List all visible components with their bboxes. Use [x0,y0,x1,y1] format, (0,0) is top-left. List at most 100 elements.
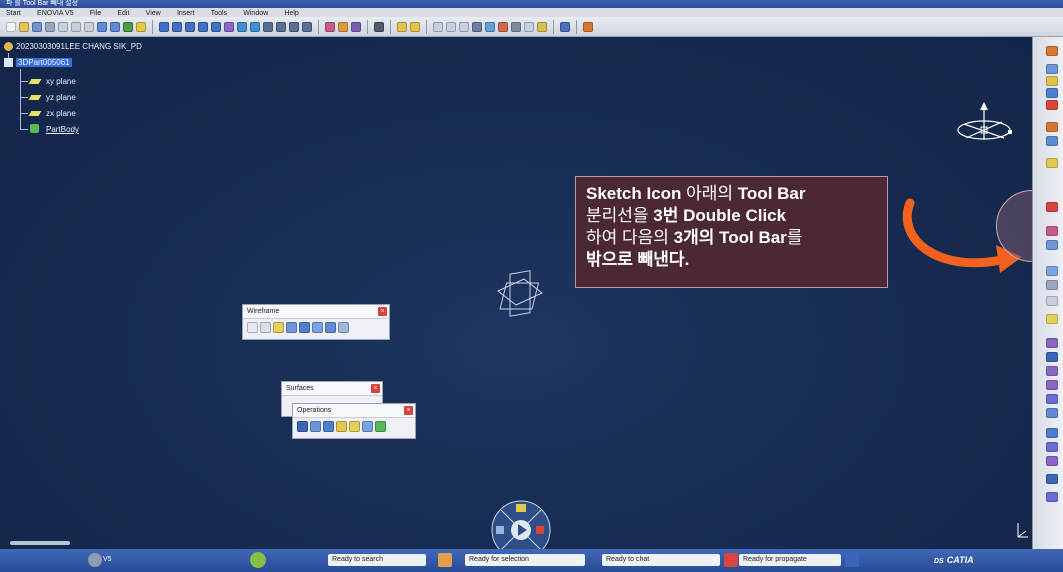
rotate-icon[interactable] [185,21,195,32]
rib-icon[interactable] [1046,408,1058,418]
stiffener-icon[interactable] [1046,442,1058,452]
point-icon[interactable] [247,322,258,333]
pan-icon[interactable] [172,21,182,32]
fill-icon[interactable] [1046,280,1058,290]
selection-status[interactable]: Ready for selection [465,554,585,566]
paste-icon[interactable] [84,21,94,32]
start-orb-icon[interactable] [250,552,266,568]
workbench-icon[interactable] [1046,46,1058,56]
measure-icon[interactable] [325,21,335,32]
redo-icon[interactable] [110,21,120,32]
snap-point-icon[interactable] [433,21,443,32]
selection-tool-status-icon[interactable] [438,553,452,567]
spline-icon[interactable] [338,322,349,333]
line-icon[interactable] [260,322,271,333]
split-icon[interactable] [310,421,321,432]
sketcher-icon[interactable] [1046,202,1058,212]
law-icon[interactable] [524,21,534,32]
insert-body-icon[interactable] [1046,88,1058,98]
open-folder-icon[interactable] [19,21,29,32]
chat-status[interactable]: Ready to chat [602,554,720,566]
tree-root[interactable]: 20230303091LEE CHANG SIK_PD [4,42,142,52]
extrude-icon[interactable] [1046,314,1058,324]
normal-view-icon[interactable] [224,21,234,32]
knowledge-icon[interactable] [511,21,521,32]
projection-icon[interactable] [286,322,297,333]
slot-icon[interactable] [1046,428,1058,438]
shading-icon[interactable] [263,21,273,32]
tree-partbody[interactable]: PartBody [46,125,79,134]
propagate-status[interactable]: Ready for propagate [739,554,841,566]
pad-icon[interactable] [1046,338,1058,348]
fillet-icon[interactable] [349,421,360,432]
axis-system-icon[interactable] [459,21,469,32]
positioned-sketch-icon[interactable] [1046,226,1058,236]
catalog-icon[interactable] [1046,64,1058,74]
search-status[interactable]: Ready to search [328,554,426,566]
hole-icon[interactable] [1046,394,1058,404]
compass-icon[interactable] [954,100,1018,152]
intersection-icon[interactable] [299,322,310,333]
zoom-in-icon[interactable] [198,21,208,32]
iso-view-icon[interactable] [250,21,260,32]
tree-part[interactable]: 3DPart005061 [4,58,72,68]
print-icon[interactable] [45,21,55,32]
shaft-icon[interactable] [1046,366,1058,376]
trim-icon[interactable] [323,421,334,432]
multi-section-icon[interactable] [1046,474,1058,484]
camera-icon[interactable] [374,21,384,32]
tree-plane-yz[interactable]: yz plane [46,93,76,102]
apply-material-icon[interactable] [351,21,361,32]
viewport-scrollbar[interactable] [10,541,70,545]
undo-icon[interactable] [97,21,107,32]
tree-plane-zx[interactable]: zx plane [46,109,76,118]
sketch-tools-icon[interactable] [338,21,348,32]
analysis-icon[interactable] [583,21,593,32]
cut-icon[interactable] [58,21,68,32]
error-status-icon[interactable] [724,553,738,567]
join-icon[interactable] [297,421,308,432]
3d-annotation-icon[interactable] [498,21,508,32]
surfaces-close-button[interactable]: × [371,384,380,393]
sketch-icon[interactable] [1046,158,1058,168]
whats-this-icon[interactable] [136,21,146,32]
fit-all-icon[interactable] [159,21,169,32]
hide-show-icon[interactable] [276,21,286,32]
operations-toolbar-title[interactable]: Operations × [293,404,415,418]
blend-icon[interactable] [1046,296,1058,306]
tree-plane-xy[interactable]: xy plane [46,77,76,86]
part-design-icon[interactable] [1046,76,1058,86]
copy-icon[interactable] [71,21,81,32]
save-icon[interactable] [32,21,42,32]
3d-viewport[interactable]: 20230303091LEE CHANG SIK_PD 3DPart005061… [0,37,1063,560]
compass-tool-icon[interactable] [446,21,456,32]
sweep-icon[interactable] [1046,266,1058,276]
fly-mode-icon[interactable] [123,21,133,32]
remove-icon[interactable] [1046,492,1058,502]
grid-tool-icon[interactable] [1046,240,1058,250]
extrapolate-icon[interactable] [375,421,386,432]
extract-icon[interactable] [336,421,347,432]
translate-icon[interactable] [362,421,373,432]
new-file-icon[interactable] [6,21,16,32]
propagate-icon[interactable] [845,553,859,567]
work-on-support-icon[interactable] [485,21,495,32]
update-icon[interactable] [560,21,570,32]
ordered-set-icon[interactable] [1046,122,1058,132]
tool-separator-icon[interactable] [1046,136,1058,146]
wireframe-toolbar-title[interactable]: Wireframe × [243,305,389,319]
selection-tool-icon[interactable] [397,21,407,32]
geometrical-set-icon[interactable] [1046,100,1058,110]
solid-combine-icon[interactable] [1046,456,1058,466]
grid-icon[interactable] [472,21,482,32]
zoom-out-icon[interactable] [211,21,221,32]
operations-close-button[interactable]: × [404,406,413,415]
layer-icon[interactable] [302,21,312,32]
quick-select-icon[interactable] [410,21,420,32]
offset-curve-icon[interactable] [312,322,323,333]
wireframe-close-button[interactable]: × [378,307,387,316]
swap-space-icon[interactable] [289,21,299,32]
multi-view-icon[interactable] [237,21,247,32]
circle-icon[interactable] [325,322,336,333]
operations-toolbar[interactable]: Operations × [292,403,416,439]
